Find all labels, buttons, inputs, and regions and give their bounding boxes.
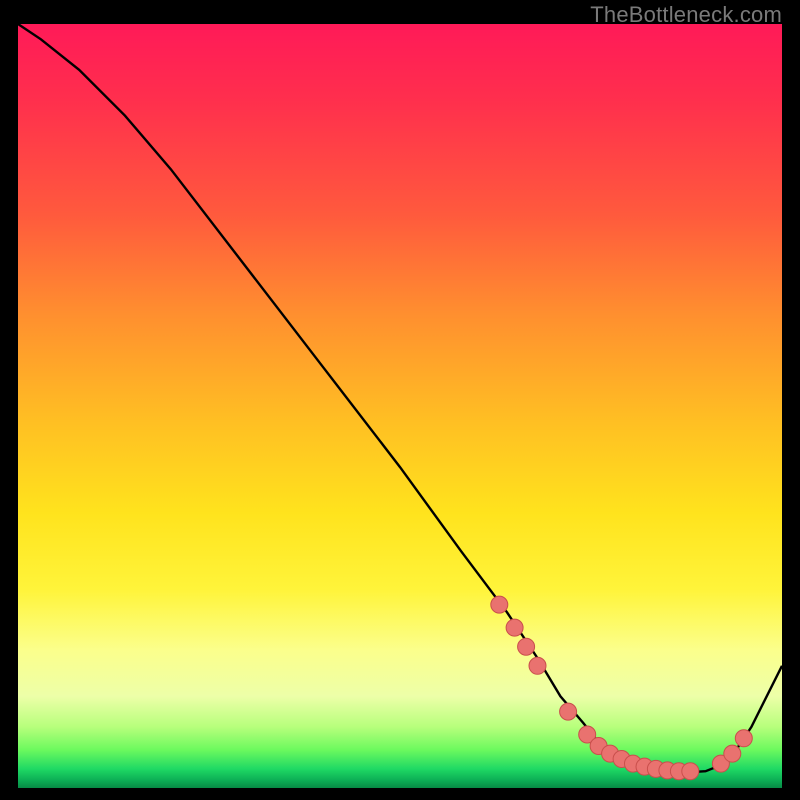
curve-marker [518,638,535,655]
curve-marker [560,703,577,720]
curve-marker [506,619,523,636]
curve-path [18,24,782,773]
curve-marker [529,657,546,674]
curve-svg [18,24,782,788]
chart-stage: TheBottleneck.com [0,0,800,800]
curve-marker [735,730,752,747]
curve-marker [724,745,741,762]
marker-layer [491,596,753,780]
curve-marker [682,763,699,780]
plot-area [18,24,782,788]
curve-marker [491,596,508,613]
